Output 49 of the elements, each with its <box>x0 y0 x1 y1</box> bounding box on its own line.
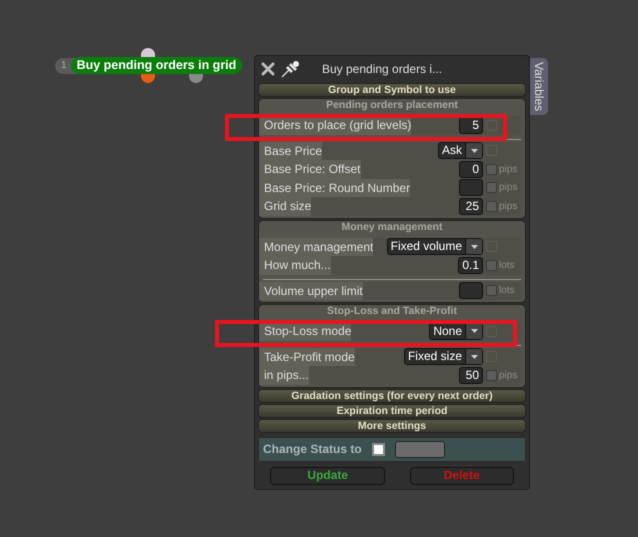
checkbox[interactable] <box>486 285 497 296</box>
dropdown[interactable]: Fixed volume <box>386 238 483 256</box>
field-label: Base Price <box>259 142 322 160</box>
number-field[interactable]: 25 <box>459 198 483 215</box>
close-icon[interactable] <box>260 61 276 77</box>
checkbox[interactable] <box>486 326 497 337</box>
field-label: Base Price: Offset <box>259 160 360 178</box>
caret-icon[interactable] <box>470 329 478 334</box>
field-label: Take-Profit mode <box>259 348 355 366</box>
number-field[interactable]: 0.1 <box>458 256 483 274</box>
unit-label: pips <box>498 162 518 177</box>
field-label: Volume upper limit <box>259 282 363 300</box>
checkbox[interactable] <box>486 370 497 381</box>
checkbox[interactable] <box>486 200 497 212</box>
unit-label: lots <box>498 284 516 298</box>
status-label: Change Status to <box>263 441 362 458</box>
section-header[interactable]: Group and Symbol to use <box>258 83 526 97</box>
checkbox[interactable] <box>486 164 497 175</box>
field-label: Grid size <box>259 197 312 216</box>
color-swatch[interactable] <box>394 440 445 458</box>
unit-label: lots <box>498 258 516 273</box>
caret-icon[interactable] <box>470 244 478 249</box>
variables-tab[interactable]: Variables <box>530 58 548 116</box>
field-label: in pips... <box>259 366 309 384</box>
dropdown[interactable]: Fixed size <box>404 348 483 366</box>
checkbox[interactable] <box>486 260 497 271</box>
update-button[interactable]: Update <box>270 466 386 484</box>
unit-label: pips <box>498 368 518 383</box>
unit-label: pips <box>498 200 518 214</box>
node-label[interactable]: Buy pending orders in grid <box>70 57 242 74</box>
dropdown[interactable]: Ask <box>438 142 483 160</box>
number-field[interactable]: 50 <box>459 366 483 384</box>
field-label: Money management <box>259 238 374 256</box>
number-field[interactable]: 0 <box>459 160 483 178</box>
section-header[interactable]: More settings <box>258 418 526 432</box>
caret-icon[interactable] <box>470 148 478 153</box>
field-label: Base Price: Round Number <box>259 178 410 197</box>
unit-label: pips <box>498 181 518 196</box>
section-header[interactable]: Expiration time period <box>258 404 526 418</box>
caret-icon[interactable] <box>470 354 478 359</box>
number-field[interactable] <box>459 179 483 196</box>
checkbox[interactable] <box>372 442 385 456</box>
checkbox[interactable] <box>486 120 497 131</box>
pin-icon[interactable] <box>280 60 302 78</box>
number-field[interactable] <box>459 282 483 300</box>
checkbox[interactable] <box>486 182 497 194</box>
section-header[interactable]: Gradation settings (for every next order) <box>258 388 526 402</box>
field-label: How much... <box>259 256 331 274</box>
panel-title: Buy pending orders i... <box>322 61 442 78</box>
